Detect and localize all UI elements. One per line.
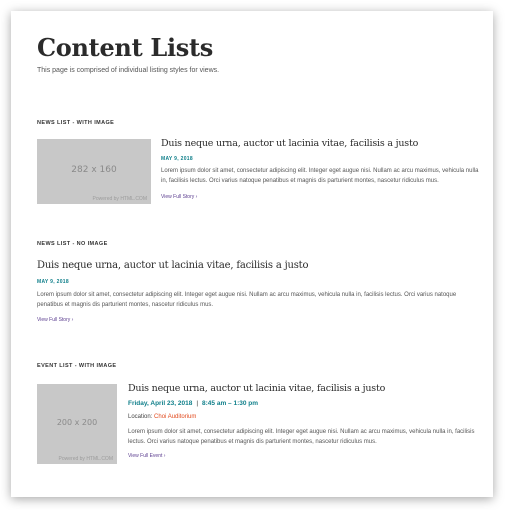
event-date: Friday, April 23, 2018 (128, 400, 193, 407)
event-item-body-line-2: lectus. Orci varius natoque penatibus et… (128, 439, 377, 445)
view-full-story-link[interactable]: View Full Story › (37, 317, 73, 323)
news-item-title[interactable]: Duis neque urna, auctor ut lacinia vitae… (161, 138, 418, 149)
image-credit: Powered by HTML.COM (92, 196, 147, 202)
section-label-news-with-image: NEWS LIST - WITH IMAGE (37, 120, 115, 126)
event-location-label: Location: (128, 414, 153, 420)
view-full-story-link[interactable]: View Full Story › (161, 194, 197, 200)
content-card: Content Lists This page is comprised of … (11, 11, 493, 497)
news-item-date: MAY 9, 2018 (37, 279, 69, 285)
event-image-placeholder[interactable]: 200 x 200 Powered by HTML.COM (37, 384, 117, 464)
news-item-date: MAY 9, 2018 (161, 156, 193, 162)
news-item-body-line-1: Lorem ipsum dolor sit amet, consectetur … (161, 168, 479, 174)
event-date-time: Friday, April 23, 2018 | 8:45 am – 1:30 pm (128, 400, 258, 407)
event-location: Location: Choi Auditorium (128, 414, 196, 420)
news-item-body-line-2: in, facilisis lectus. Orci varius natoqu… (161, 178, 439, 184)
event-venue-link[interactable]: Choi Auditorium (154, 414, 196, 420)
event-separator: | (196, 400, 199, 407)
news-item-title[interactable]: Duis neque urna, auctor ut lacinia vitae… (37, 260, 308, 271)
image-credit: Powered by HTML.COM (58, 456, 113, 462)
section-label-event-with-image: EVENT LIST - WITH IMAGE (37, 363, 117, 369)
news-image-placeholder[interactable]: 282 x 160 Powered by HTML.COM (37, 139, 151, 204)
news-item-body-line-1: Lorem ipsum dolor sit amet, consectetur … (37, 292, 457, 298)
image-size-label: 200 x 200 (56, 418, 98, 427)
event-item-body-line-1: Lorem ipsum dolor sit amet, consectetur … (128, 429, 475, 435)
view-full-event-link[interactable]: View Full Event › (128, 453, 165, 459)
section-label-news-no-image: NEWS LIST - NO IMAGE (37, 241, 108, 247)
event-item-title[interactable]: Duis neque urna, auctor ut lacinia vitae… (128, 383, 385, 394)
news-item-body-line-2: penatibus et magnis dis parturient monte… (37, 302, 214, 308)
page-title: Content Lists (37, 33, 214, 62)
page-subtitle: This page is comprised of individual lis… (37, 67, 220, 74)
event-time: 8:45 am – 1:30 pm (202, 400, 259, 407)
image-size-label: 282 x 160 (71, 165, 117, 175)
